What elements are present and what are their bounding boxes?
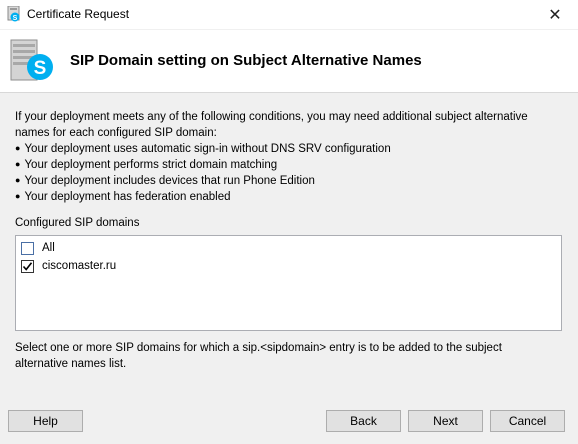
intro-text: If your deployment meets any of the foll… bbox=[15, 109, 565, 205]
list-item-label: ciscomaster.ru bbox=[42, 260, 117, 272]
help-button[interactable]: Help bbox=[8, 410, 83, 432]
bullet-item: Your deployment uses automatic sign-in w… bbox=[15, 141, 565, 157]
wizard-content: If your deployment meets any of the foll… bbox=[0, 93, 578, 444]
ciscomaster-checkbox[interactable] bbox=[21, 259, 34, 273]
bullet-item: Your deployment includes devices that ru… bbox=[15, 173, 565, 189]
sip-domains-label: Configured SIP domains bbox=[15, 217, 140, 229]
list-item-label: All bbox=[42, 242, 55, 254]
title-bar: S Certificate Request ✕ bbox=[0, 0, 578, 30]
cancel-button[interactable]: Cancel bbox=[490, 410, 565, 432]
sip-domains-list[interactable]: All ciscomaster.ru bbox=[15, 235, 562, 331]
close-icon: ✕ bbox=[548, 6, 562, 24]
back-button[interactable]: Back bbox=[326, 410, 401, 432]
intro-paragraph: If your deployment meets any of the foll… bbox=[15, 111, 528, 139]
selection-note: Select one or more SIP domains for which… bbox=[15, 342, 502, 370]
close-button[interactable]: ✕ bbox=[532, 0, 578, 29]
list-item-ciscomaster[interactable]: ciscomaster.ru bbox=[21, 257, 116, 275]
bullet-item: Your deployment has federation enabled bbox=[15, 189, 565, 205]
svg-text:S: S bbox=[34, 58, 47, 79]
wizard-header: S SIP Domain setting on Subject Alternat… bbox=[0, 30, 578, 93]
list-item-all[interactable]: All bbox=[21, 239, 55, 257]
skype-server-icon: S bbox=[8, 36, 58, 86]
bullet-item: Your deployment performs strict domain m… bbox=[15, 157, 565, 173]
window-title: Certificate Request bbox=[27, 7, 130, 21]
all-checkbox[interactable] bbox=[21, 241, 34, 255]
svg-text:S: S bbox=[13, 15, 18, 22]
app-icon: S bbox=[7, 5, 21, 22]
checkmark-icon bbox=[22, 261, 33, 271]
next-button[interactable]: Next bbox=[408, 410, 483, 432]
page-title: SIP Domain setting on Subject Alternativ… bbox=[70, 52, 422, 69]
